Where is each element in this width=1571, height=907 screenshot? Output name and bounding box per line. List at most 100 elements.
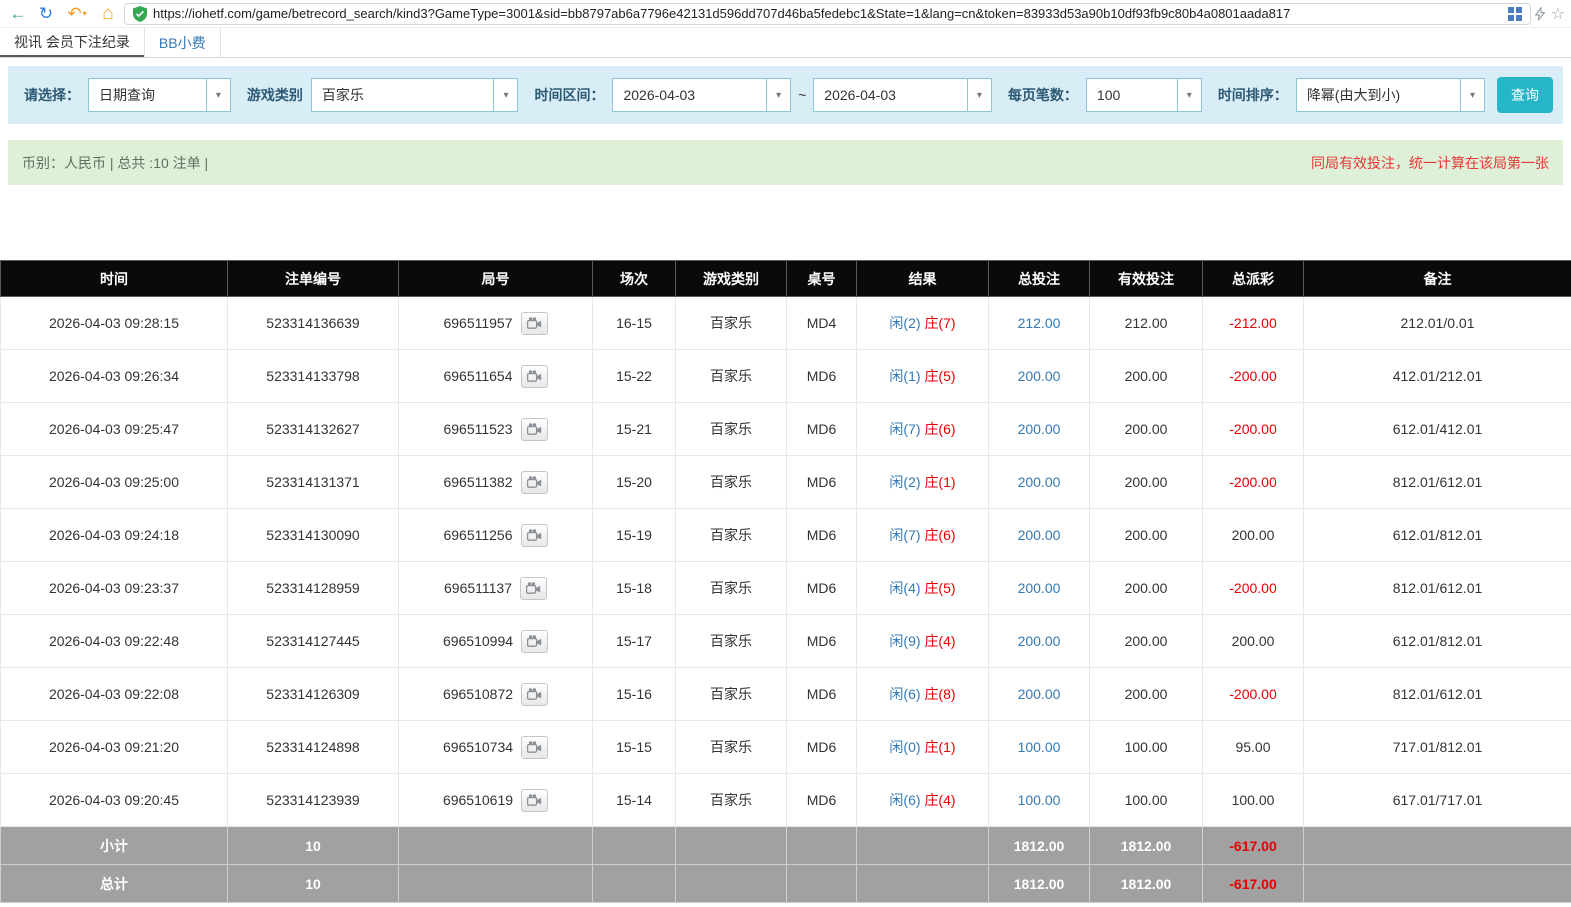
video-replay-button[interactable] [520, 417, 548, 441]
qr-grid-icon[interactable] [1507, 6, 1522, 21]
bet-record-row: 2026-04-03 09:23:37 523314128959 696511137… [0, 561, 1571, 615]
cell-table-no: MD6 [786, 720, 857, 774]
video-replay-button[interactable] [520, 364, 548, 388]
footer-cell-6 [856, 864, 989, 903]
search-button[interactable]: 查询 [1497, 77, 1554, 113]
url-text[interactable]: https://iohetf.com/game/betrecord_search… [153, 6, 1502, 21]
cell-round-id: 696510994 [398, 614, 593, 668]
video-replay-button[interactable] [521, 735, 549, 759]
cell-payout: 100.00 [1202, 773, 1304, 827]
cell-session: 15-17 [592, 614, 676, 668]
cell-game-type: 百家乐 [675, 349, 787, 403]
cell-total-bet[interactable]: 200.00 [988, 667, 1090, 721]
cell-bet-id: 523314124898 [227, 720, 399, 774]
cell-result: 闲(6) 庄(4) [856, 773, 989, 827]
currency-total-text: 币别：人民币 | 总共 :10 注单 | [22, 154, 209, 171]
bet-record-row: 2026-04-03 09:24:18 523314130090 696511256… [0, 508, 1571, 562]
result-banker: 庄(8) [924, 686, 956, 702]
cell-round-id: 696511137 [398, 561, 593, 615]
video-camera-icon [527, 740, 542, 754]
cell-game-type: 百家乐 [675, 455, 787, 509]
video-replay-button[interactable] [521, 788, 549, 812]
sort-order-select[interactable]: 降幂(由大到小) ▾ [1295, 78, 1486, 112]
footer-cell-1: 10 [227, 864, 399, 903]
cell-time: 2026-04-03 09:22:08 [0, 667, 228, 721]
cell-valid-bet: 200.00 [1089, 455, 1203, 509]
cell-session: 15-21 [592, 402, 676, 456]
result-banker: 庄(1) [924, 739, 956, 755]
chevron-down-icon: ▾ [966, 79, 991, 111]
header-bet-id: 注单编号 [227, 260, 399, 297]
bookmark-star-icon[interactable]: ☆ [1551, 4, 1565, 24]
round-id-text: 696511654 [443, 368, 513, 384]
tab-member-bet-records[interactable]: 视讯 会员下注纪录 [0, 28, 144, 57]
footer-cell-7: 1812.00 [988, 826, 1090, 865]
cell-round-id: 696511256 [398, 508, 593, 562]
cell-total-bet[interactable]: 200.00 [988, 508, 1090, 562]
video-replay-button[interactable] [520, 576, 547, 600]
date-from-select[interactable]: 2026-04-03 ▾ [612, 78, 792, 112]
page-tab-bar: 视讯 会员下注纪录 BB小费 [0, 28, 1571, 58]
footer-cell-2 [398, 864, 593, 903]
result-banker: 庄(6) [924, 421, 956, 437]
cell-total-bet[interactable]: 200.00 [988, 455, 1090, 509]
table-header-row: 时间 注单编号 局号 场次 游戏类别 桌号 结果 总投注 有效投注 总派彩 备注 [0, 260, 1571, 297]
video-replay-button[interactable] [520, 470, 548, 494]
cell-table-no: MD6 [786, 614, 857, 668]
sort-order-label: 时间排序： [1217, 87, 1288, 103]
header-game-type: 游戏类别 [675, 260, 787, 297]
video-replay-button[interactable] [521, 682, 549, 706]
footer-cell-2 [398, 826, 593, 865]
refresh-icon[interactable]: ↻ [34, 3, 58, 25]
undo-arrow-icon[interactable]: ↶ ▾ [62, 3, 92, 25]
undo-dropdown-caret-icon[interactable]: ▾ [83, 9, 87, 18]
video-replay-button[interactable] [520, 523, 548, 547]
cell-total-bet[interactable]: 200.00 [988, 402, 1090, 456]
cell-valid-bet: 200.00 [1089, 508, 1203, 562]
cell-session: 15-20 [592, 455, 676, 509]
game-type-select[interactable]: 百家乐 ▾ [310, 78, 519, 112]
cell-total-bet[interactable]: 100.00 [988, 773, 1090, 827]
cell-result: 闲(7) 庄(6) [856, 402, 989, 456]
query-type-select[interactable]: 日期查询 ▾ [88, 78, 231, 112]
bet-record-row: 2026-04-03 09:21:20 523314124898 696510734… [0, 720, 1571, 774]
footer-cell-8: 1812.00 [1089, 864, 1203, 903]
bet-record-row: 2026-04-03 09:22:48 523314127445 696510994… [0, 614, 1571, 668]
cell-result: 闲(7) 庄(6) [856, 508, 989, 562]
cell-total-bet[interactable]: 212.00 [988, 296, 1090, 350]
date-to-select[interactable]: 2026-04-03 ▾ [813, 78, 992, 112]
tab-bb-tips[interactable]: BB小费 [143, 28, 221, 57]
footer-cell-10 [1303, 864, 1571, 903]
cell-payout: -200.00 [1202, 402, 1304, 456]
home-icon[interactable]: ⌂ [96, 3, 120, 25]
cell-time: 2026-04-03 09:22:48 [0, 614, 228, 668]
cell-payout: 95.00 [1202, 720, 1304, 774]
page-size-select[interactable]: 100 ▾ [1085, 78, 1202, 112]
lightning-icon[interactable] [1534, 6, 1545, 21]
video-camera-icon [526, 422, 542, 436]
cell-remark: 812.01/612.01 [1303, 667, 1571, 721]
footer-cell-9: -617.00 [1202, 864, 1304, 903]
bet-record-row: 2026-04-03 09:25:47 523314132627 696511523… [0, 402, 1571, 456]
cell-total-bet[interactable]: 100.00 [988, 720, 1090, 774]
video-camera-icon [526, 369, 542, 383]
cell-game-type: 百家乐 [675, 296, 787, 350]
address-bar[interactable]: https://iohetf.com/game/betrecord_search… [124, 2, 1531, 25]
cell-bet-id: 523314130090 [227, 508, 399, 562]
result-player: 闲(0) [889, 739, 921, 755]
video-replay-button[interactable] [520, 311, 548, 335]
cell-result: 闲(0) 庄(1) [856, 720, 989, 774]
cell-total-bet[interactable]: 200.00 [988, 349, 1090, 403]
back-icon[interactable]: ← [6, 3, 30, 25]
result-player: 闲(9) [889, 633, 921, 649]
cell-bet-id: 523314133798 [227, 349, 399, 403]
cell-result: 闲(2) 庄(7) [856, 296, 989, 350]
video-replay-button[interactable] [521, 629, 549, 653]
header-round-id: 局号 [398, 260, 593, 297]
cell-table-no: MD6 [786, 349, 857, 403]
query-type-value: 日期查询 [99, 87, 155, 103]
cell-valid-bet: 100.00 [1089, 720, 1203, 774]
cell-total-bet[interactable]: 200.00 [988, 614, 1090, 668]
cell-session: 15-15 [592, 720, 676, 774]
cell-total-bet[interactable]: 200.00 [988, 561, 1090, 615]
